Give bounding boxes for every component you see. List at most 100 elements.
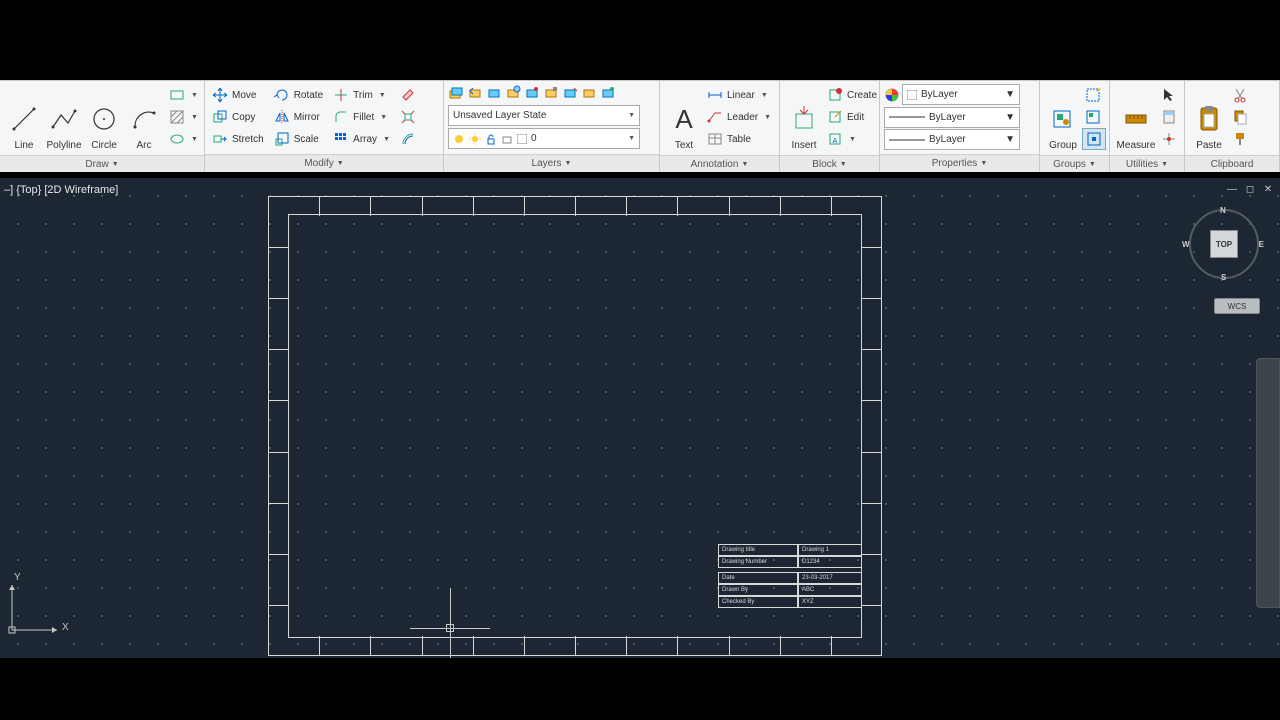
draw-circle-button[interactable]: Circle [84,83,124,153]
tb-drawn-label: Drawn By [718,584,798,596]
panel-layers-title-label: Layers [532,158,562,169]
panel-groups-title-label: Groups [1053,159,1086,170]
text-icon: A [670,100,698,138]
measure-button[interactable]: Measure [1114,83,1158,153]
layer-manager-icon2[interactable] [581,85,597,101]
leader-icon [707,109,723,125]
point-button[interactable] [1158,128,1180,150]
fillet-label: Fillet [353,112,374,123]
viewcube-west: W [1182,240,1190,249]
panel-layers-title[interactable]: Layers▼ [444,154,659,172]
block-edit-button[interactable]: Edit [824,106,880,128]
ungroup-button[interactable] [1082,84,1106,106]
modify-mirror-button[interactable]: Mirror [271,106,326,128]
layer-manager-icon3[interactable] [600,85,616,101]
modify-erase-button[interactable] [397,84,419,106]
plot-icon [501,133,513,145]
block-create-button[interactable]: Create [824,84,880,106]
panel-utilities: Measure Utilities▼ [1110,81,1185,172]
panel-annotation-title[interactable]: Annotation▼ [660,155,779,172]
panel-block-title[interactable]: Block▼ [780,155,879,172]
block-attribute-button[interactable]: A▼ [824,128,880,150]
text-label: Text [675,140,693,151]
modify-array-button[interactable]: Array▼ [330,128,393,150]
draw-rectangle-button[interactable]: ▼ [166,84,201,106]
dimension-icon [707,87,723,103]
group-button[interactable]: Group [1044,83,1082,153]
draw-line-button[interactable]: Line [4,83,44,153]
drawing-viewport[interactable]: –] {Top} [2D Wireframe] — ◻ ✕ Drawing ti… [0,178,1280,658]
annotation-text-button[interactable]: A Text [664,83,704,153]
layer-off-icon[interactable] [524,85,540,101]
navigation-bar[interactable] [1256,358,1280,608]
stretch-icon [212,131,228,147]
block-insert-button[interactable]: Insert [784,83,824,153]
modify-scale-button[interactable]: Scale [271,128,326,150]
tb-date-value: 23-03-2017 [798,572,862,584]
modify-explode-button[interactable] [397,106,419,128]
layer-isolate-icon[interactable] [486,85,502,101]
modify-stretch-button[interactable]: Stretch [209,128,267,150]
annotation-linear-button[interactable]: Linear▼ [704,84,774,106]
layer-previous-icon[interactable] [467,85,483,101]
layer-freeze-icon[interactable] [505,85,521,101]
layer-lock-icon[interactable] [543,85,559,101]
viewcube-top-face[interactable]: TOP [1210,230,1238,258]
annotation-table-button[interactable]: Table [704,128,774,150]
group-edit-button[interactable] [1082,106,1106,128]
modify-rotate-button[interactable]: Rotate [271,84,326,106]
sun-icon [469,133,481,145]
layer-state-combo[interactable]: Unsaved Layer State▼ [448,105,640,126]
bulb-icon [453,133,465,145]
match-button[interactable] [1229,128,1251,150]
rectangle-icon [169,87,185,103]
quick-calc-button[interactable] [1158,106,1180,128]
layer-current-combo[interactable]: 0 ▼ [448,128,640,149]
panel-properties-title[interactable]: Properties▼ [880,154,1039,172]
view-cube[interactable]: TOP N S E W [1188,208,1260,280]
layer-manager-icon1[interactable] [562,85,578,101]
ellipse-icon [169,131,185,147]
hatch-icon [169,109,185,125]
panel-groups-title[interactable]: Groups▼ [1040,155,1109,172]
annotation-leader-button[interactable]: Leader▼ [704,106,774,128]
linear-label: Linear [727,90,755,101]
ribbon: Line Polyline Circle Arc ▼ ▼ ▼ Draw▼ [0,80,1280,172]
modify-fillet-button[interactable]: Fillet▼ [330,106,393,128]
draw-hatch-button[interactable]: ▼ [166,106,201,128]
copy-icon [212,109,228,125]
view-label[interactable]: –] {Top} [2D Wireframe] [4,184,118,196]
copy-clip-button[interactable] [1229,106,1251,128]
match-prop-icon[interactable] [884,87,900,103]
explode-icon [400,109,416,125]
panel-utilities-title[interactable]: Utilities▼ [1110,155,1184,172]
modify-trim-button[interactable]: Trim▼ [330,84,393,106]
modify-copy-button[interactable]: Copy [209,106,267,128]
draw-ellipse-button[interactable]: ▼ [166,128,201,150]
select-all-button[interactable] [1158,84,1180,106]
group-select-button[interactable] [1082,128,1106,150]
trim-icon [333,87,349,103]
viewport-close-icon[interactable]: ✕ [1262,184,1274,195]
paste-button[interactable]: Paste [1189,83,1229,153]
panel-modify-title[interactable]: Modify▼ [205,154,443,172]
viewport-minimize-icon[interactable]: — [1226,184,1238,195]
measure-label: Measure [1117,140,1156,151]
edit-label: Edit [847,112,864,123]
layer-match-icon[interactable] [448,85,464,101]
modify-move-button[interactable]: Move [209,84,267,106]
panel-utilities-title-label: Utilities [1126,159,1158,170]
draw-polyline-button[interactable]: Polyline [44,83,84,153]
draw-arc-button[interactable]: Arc [124,83,164,153]
tb-checked-label: Checked By [718,596,798,608]
lineweight-combo[interactable]: ByLayer▼ [884,107,1020,128]
cut-button[interactable] [1229,84,1251,106]
panel-draw-title[interactable]: Draw▼ [0,155,204,172]
panel-block: Insert Create Edit A▼ Block▼ [780,81,880,172]
scale-label: Scale [294,134,319,145]
viewport-maximize-icon[interactable]: ◻ [1244,184,1256,195]
color-combo[interactable]: ByLayer▼ [902,84,1020,105]
modify-offset-button[interactable] [397,128,419,150]
wcs-badge[interactable]: WCS [1214,298,1260,314]
linetype-combo[interactable]: ByLayer▼ [884,129,1020,150]
